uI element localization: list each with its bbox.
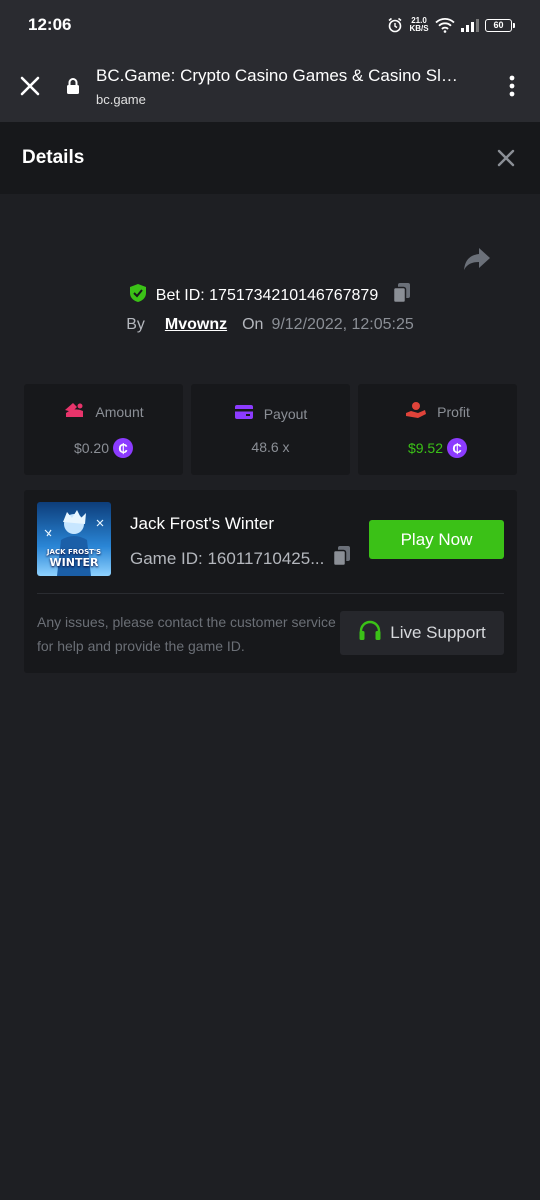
live-support-button[interactable]: Live Support [340, 611, 504, 655]
battery-icon: 60 [485, 18, 515, 32]
status-bar: 12:06 21.0 KB/S 60 [0, 0, 540, 50]
network-speed-unit: KB/S [409, 24, 429, 33]
by-label: By [126, 316, 145, 333]
profit-icon [405, 401, 427, 422]
close-icon [497, 149, 515, 167]
bet-stats: Amount $0.20 ₵ Payout 48.6 x Profit $9.5… [24, 384, 517, 475]
details-header: Details [0, 122, 540, 194]
thumb-title-line2: WINTER [49, 556, 99, 569]
overflow-menu-button[interactable] [484, 50, 540, 122]
amount-icon [63, 401, 85, 422]
amount-label: Amount [95, 403, 144, 420]
game-card: JACK FROST'S WINTER Jack Frost's Winter … [24, 490, 517, 673]
close-icon [20, 76, 40, 96]
profit-label: Profit [437, 403, 470, 420]
on-label: On [242, 316, 264, 333]
game-name: Jack Frost's Winter [130, 514, 274, 533]
bet-meta-row: By Mvownz On 9/12/2022, 12:05:25 [0, 316, 540, 334]
lock-icon[interactable] [60, 77, 86, 95]
bet-id-value: 1751734210146767879 [209, 286, 379, 304]
profit-stat: Profit $9.52 ₵ [358, 384, 517, 475]
divider [37, 593, 504, 594]
status-icons: 21.0 KB/S 60 [387, 17, 515, 33]
browser-toolbar: BC.Game: Crypto Casino Games & Casino Sl… [0, 50, 540, 122]
profit-value: $9.52 [407, 440, 444, 456]
game-id-value: Game ID: 16011710425... [130, 548, 325, 568]
copy-icon[interactable] [392, 282, 412, 309]
coin-icon: ₵ [447, 438, 468, 458]
alarm-icon [387, 17, 403, 33]
amount-stat: Amount $0.20 ₵ [24, 384, 183, 475]
payout-value: 48.6 x [251, 439, 290, 455]
shield-check-icon [128, 283, 148, 308]
copy-icon[interactable] [332, 545, 352, 572]
page-title: BC.Game: Crypto Casino Games & Casino Sl… [96, 65, 458, 85]
bet-date: 9/12/2022, 12:05:25 [271, 316, 414, 333]
wifi-icon [435, 17, 455, 33]
more-vert-icon [509, 75, 515, 97]
username-link[interactable]: Mvownz [165, 316, 227, 334]
close-tab-button[interactable] [0, 50, 60, 122]
bet-id-text: Bet ID: 1751734210146767879 [156, 287, 378, 305]
signal-icon [461, 18, 479, 32]
support-note: Any issues, please contact the customer … [37, 614, 336, 654]
status-time: 12:06 [28, 15, 72, 34]
network-speed: 21.0 KB/S [409, 17, 429, 33]
play-now-button[interactable]: Play Now [369, 520, 504, 559]
payout-label: Payout [263, 405, 308, 422]
payout-stat: Payout 48.6 x [191, 384, 350, 475]
wallet-icon [234, 404, 254, 423]
page-url: bc.game [96, 91, 146, 107]
share-icon[interactable] [462, 245, 492, 273]
game-id-row: Game ID: 16011710425... [130, 545, 352, 572]
coin-icon: ₵ [113, 438, 134, 458]
address-area[interactable]: BC.Game: Crypto Casino Games & Casino Sl… [96, 66, 484, 107]
bet-id-row: Bet ID: 1751734210146767879 [0, 282, 540, 309]
details-title: Details [22, 147, 85, 168]
amount-value: $0.20 [73, 440, 110, 456]
details-close-button[interactable] [494, 146, 518, 170]
live-support-label: Live Support [390, 623, 486, 642]
game-thumbnail[interactable]: JACK FROST'S WINTER [37, 502, 111, 576]
headset-icon [358, 620, 382, 647]
bet-id-label: Bet ID: [155, 286, 205, 304]
